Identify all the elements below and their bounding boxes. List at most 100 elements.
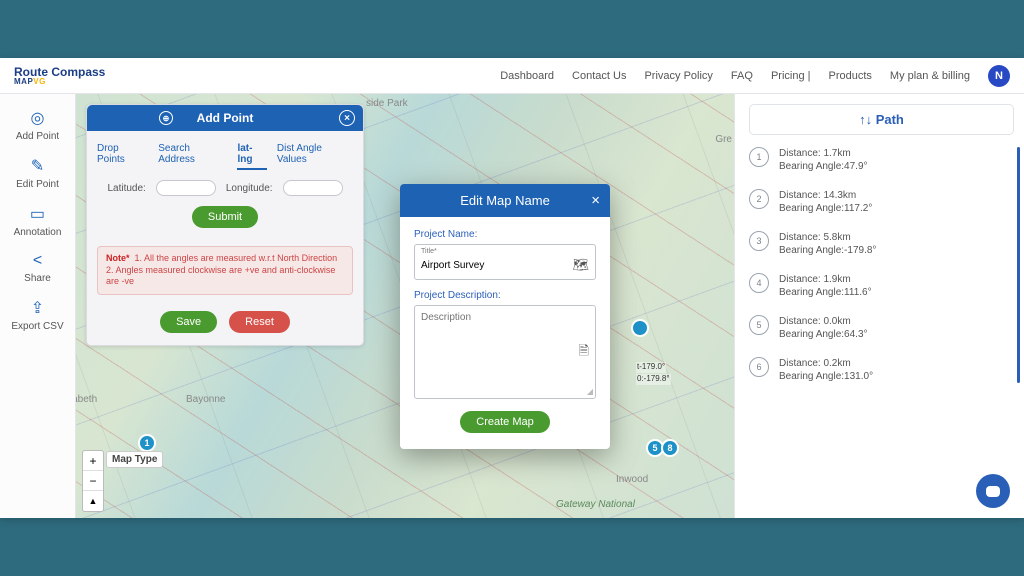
target-icon: ◎ [31,108,45,128]
latitude-input[interactable] [156,180,216,196]
chat-bubble-button[interactable] [976,474,1010,508]
path-list: 1 Distance: 1.7kmBearing Angle:47.9° 2 Dis… [749,147,1014,383]
map-pin-8[interactable]: 8 [661,439,679,457]
node-number: 5 [749,315,769,335]
zoom-in-button[interactable]: + [83,451,103,471]
node-number: 3 [749,231,769,251]
nav-contact[interactable]: Contact Us [572,70,626,82]
path-node[interactable]: 2 Distance: 14.3kmBearing Angle:117.2° [749,189,1014,215]
pencil-icon: ✎ [31,156,44,176]
map-annotation-lng: 0:-179.8° [636,374,671,385]
path-node[interactable]: 4 Distance: 1.9kmBearing Angle:111.6° [749,273,1014,299]
logo-subtext: MAPVG [14,78,105,86]
close-icon[interactable]: × [339,110,355,126]
add-point-title: Add Point [197,111,254,125]
modal-title: Edit Map Name [460,193,550,208]
tab-dist-angle[interactable]: Dist Angle Values [277,143,353,170]
longitude-label: Longitude: [226,183,273,194]
map-pin-1[interactable]: 1 [138,434,156,452]
content-area: ◎ Add Point ✎ Edit Point ▭ Annotation < Shar… [0,94,1024,518]
node-number: 4 [749,273,769,293]
path-panel: ↑↓ Path 1 Distance: 1.7kmBearing Angle:47… [734,94,1024,518]
project-desc-label: Project Description: [414,290,596,301]
top-nav: Dashboard Contact Us Privacy Policy FAQ … [500,65,1010,87]
project-desc-input[interactable] [421,312,564,360]
node-text: Distance: 14.3kmBearing Angle:117.2° [779,189,872,215]
node-number: 6 [749,357,769,377]
latitude-label: Latitude: [107,183,145,194]
longitude-input[interactable] [283,180,343,196]
node-text: Distance: 0.2kmBearing Angle:131.0° [779,357,873,383]
node-text: Distance: 1.9kmBearing Angle:111.6° [779,273,872,299]
note-label: Note* [106,253,130,263]
document-icon: 🗎 [579,342,589,364]
node-text: Distance: 1.7kmBearing Angle:47.9° [779,147,868,173]
title-tiny-label: Title* [421,248,589,255]
nav-privacy[interactable]: Privacy Policy [644,70,712,82]
north-arrow-button[interactable]: ▲ [83,491,103,511]
node-text: Distance: 0.0kmBearing Angle:64.3° [779,315,868,341]
tab-drop-points[interactable]: Drop Points [97,143,148,170]
resize-handle-icon[interactable]: ◢ [587,387,593,396]
node-number: 2 [749,189,769,209]
nav-products[interactable]: Products [828,70,871,82]
sidebar-item-share[interactable]: < Share [24,252,51,284]
project-name-label: Project Name: [414,229,596,240]
path-header[interactable]: ↑↓ Path [749,104,1014,135]
nav-pricing[interactable]: Pricing | [771,70,811,82]
share-icon: < [33,252,42,270]
edit-map-name-modal: Edit Map Name × Project Name: Title* 🗺 P… [400,184,610,449]
node-text: Distance: 5.8kmBearing Angle:-179.8° [779,231,876,257]
submit-button[interactable]: Submit [192,206,258,228]
export-icon: ⇪ [31,298,44,318]
map-icon: 🗺 [572,257,589,273]
app-window: Route Compass MAPVG Dashboard Contact Us… [0,58,1024,518]
add-point-form: Latitude: Longitude: Submit [87,176,363,238]
reset-button[interactable]: Reset [229,311,290,333]
modal-body: Project Name: Title* 🗺 Project Descripti… [400,217,610,449]
sidebar-item-exportcsv[interactable]: ⇪ Export CSV [11,298,63,332]
sidebar-label: Share [24,273,51,284]
create-map-button[interactable]: Create Map [460,411,549,433]
left-sidebar: ◎ Add Point ✎ Edit Point ▭ Annotation < Shar… [0,94,76,518]
nav-plan[interactable]: My plan & billing [890,70,970,82]
add-point-header: ⊕ Add Point × [87,105,363,131]
sidebar-label: Annotation [14,227,62,238]
tab-search-address[interactable]: Search Address [158,143,227,170]
note-text: 1. All the angles are measured w.r.t Nor… [106,253,337,286]
sidebar-label: Edit Point [16,179,59,190]
top-bar: Route Compass MAPVG Dashboard Contact Us… [0,58,1024,94]
sidebar-item-editpoint[interactable]: ✎ Edit Point [16,156,59,190]
path-node[interactable]: 5 Distance: 0.0kmBearing Angle:64.3° [749,315,1014,341]
title-field-wrapper: Title* 🗺 [414,244,596,280]
modal-header: Edit Map Name × [400,184,610,217]
nav-faq[interactable]: FAQ [731,70,753,82]
close-icon[interactable]: × [591,192,600,209]
sidebar-item-addpoint[interactable]: ◎ Add Point [16,108,59,142]
zoom-out-button[interactable]: − [83,471,103,491]
sidebar-label: Add Point [16,131,59,142]
logo: Route Compass MAPVG [14,66,105,86]
map-annotation-lat: t-179.0° [636,362,666,373]
add-point-actions: Save Reset [87,303,363,345]
target-icon: ⊕ [159,111,173,125]
comment-icon: ▭ [30,204,45,224]
project-name-input[interactable] [421,260,564,271]
zoom-controls: + − ▲ [82,450,104,512]
avatar[interactable]: N [988,65,1010,87]
add-point-panel: ⊕ Add Point × Drop Points Search Address… [86,104,364,346]
path-node[interactable]: 1 Distance: 1.7kmBearing Angle:47.9° [749,147,1014,173]
add-point-tabs: Drop Points Search Address lat-lng Dist … [87,131,363,176]
sidebar-label: Export CSV [11,321,63,332]
sidebar-item-annotation[interactable]: ▭ Annotation [14,204,62,238]
nav-dashboard[interactable]: Dashboard [500,70,554,82]
tab-lat-lng[interactable]: lat-lng [237,143,266,170]
save-button[interactable]: Save [160,311,217,333]
map-pin-extra[interactable] [631,319,649,337]
node-number: 1 [749,147,769,167]
path-node[interactable]: 6 Distance: 0.2kmBearing Angle:131.0° [749,357,1014,383]
desc-field-wrapper: 🗎 ◢ [414,305,596,399]
path-node[interactable]: 3 Distance: 5.8kmBearing Angle:-179.8° [749,231,1014,257]
note-box: Note* 1. All the angles are measured w.r… [97,246,353,295]
map-type-selector[interactable]: Map Type [106,451,163,468]
